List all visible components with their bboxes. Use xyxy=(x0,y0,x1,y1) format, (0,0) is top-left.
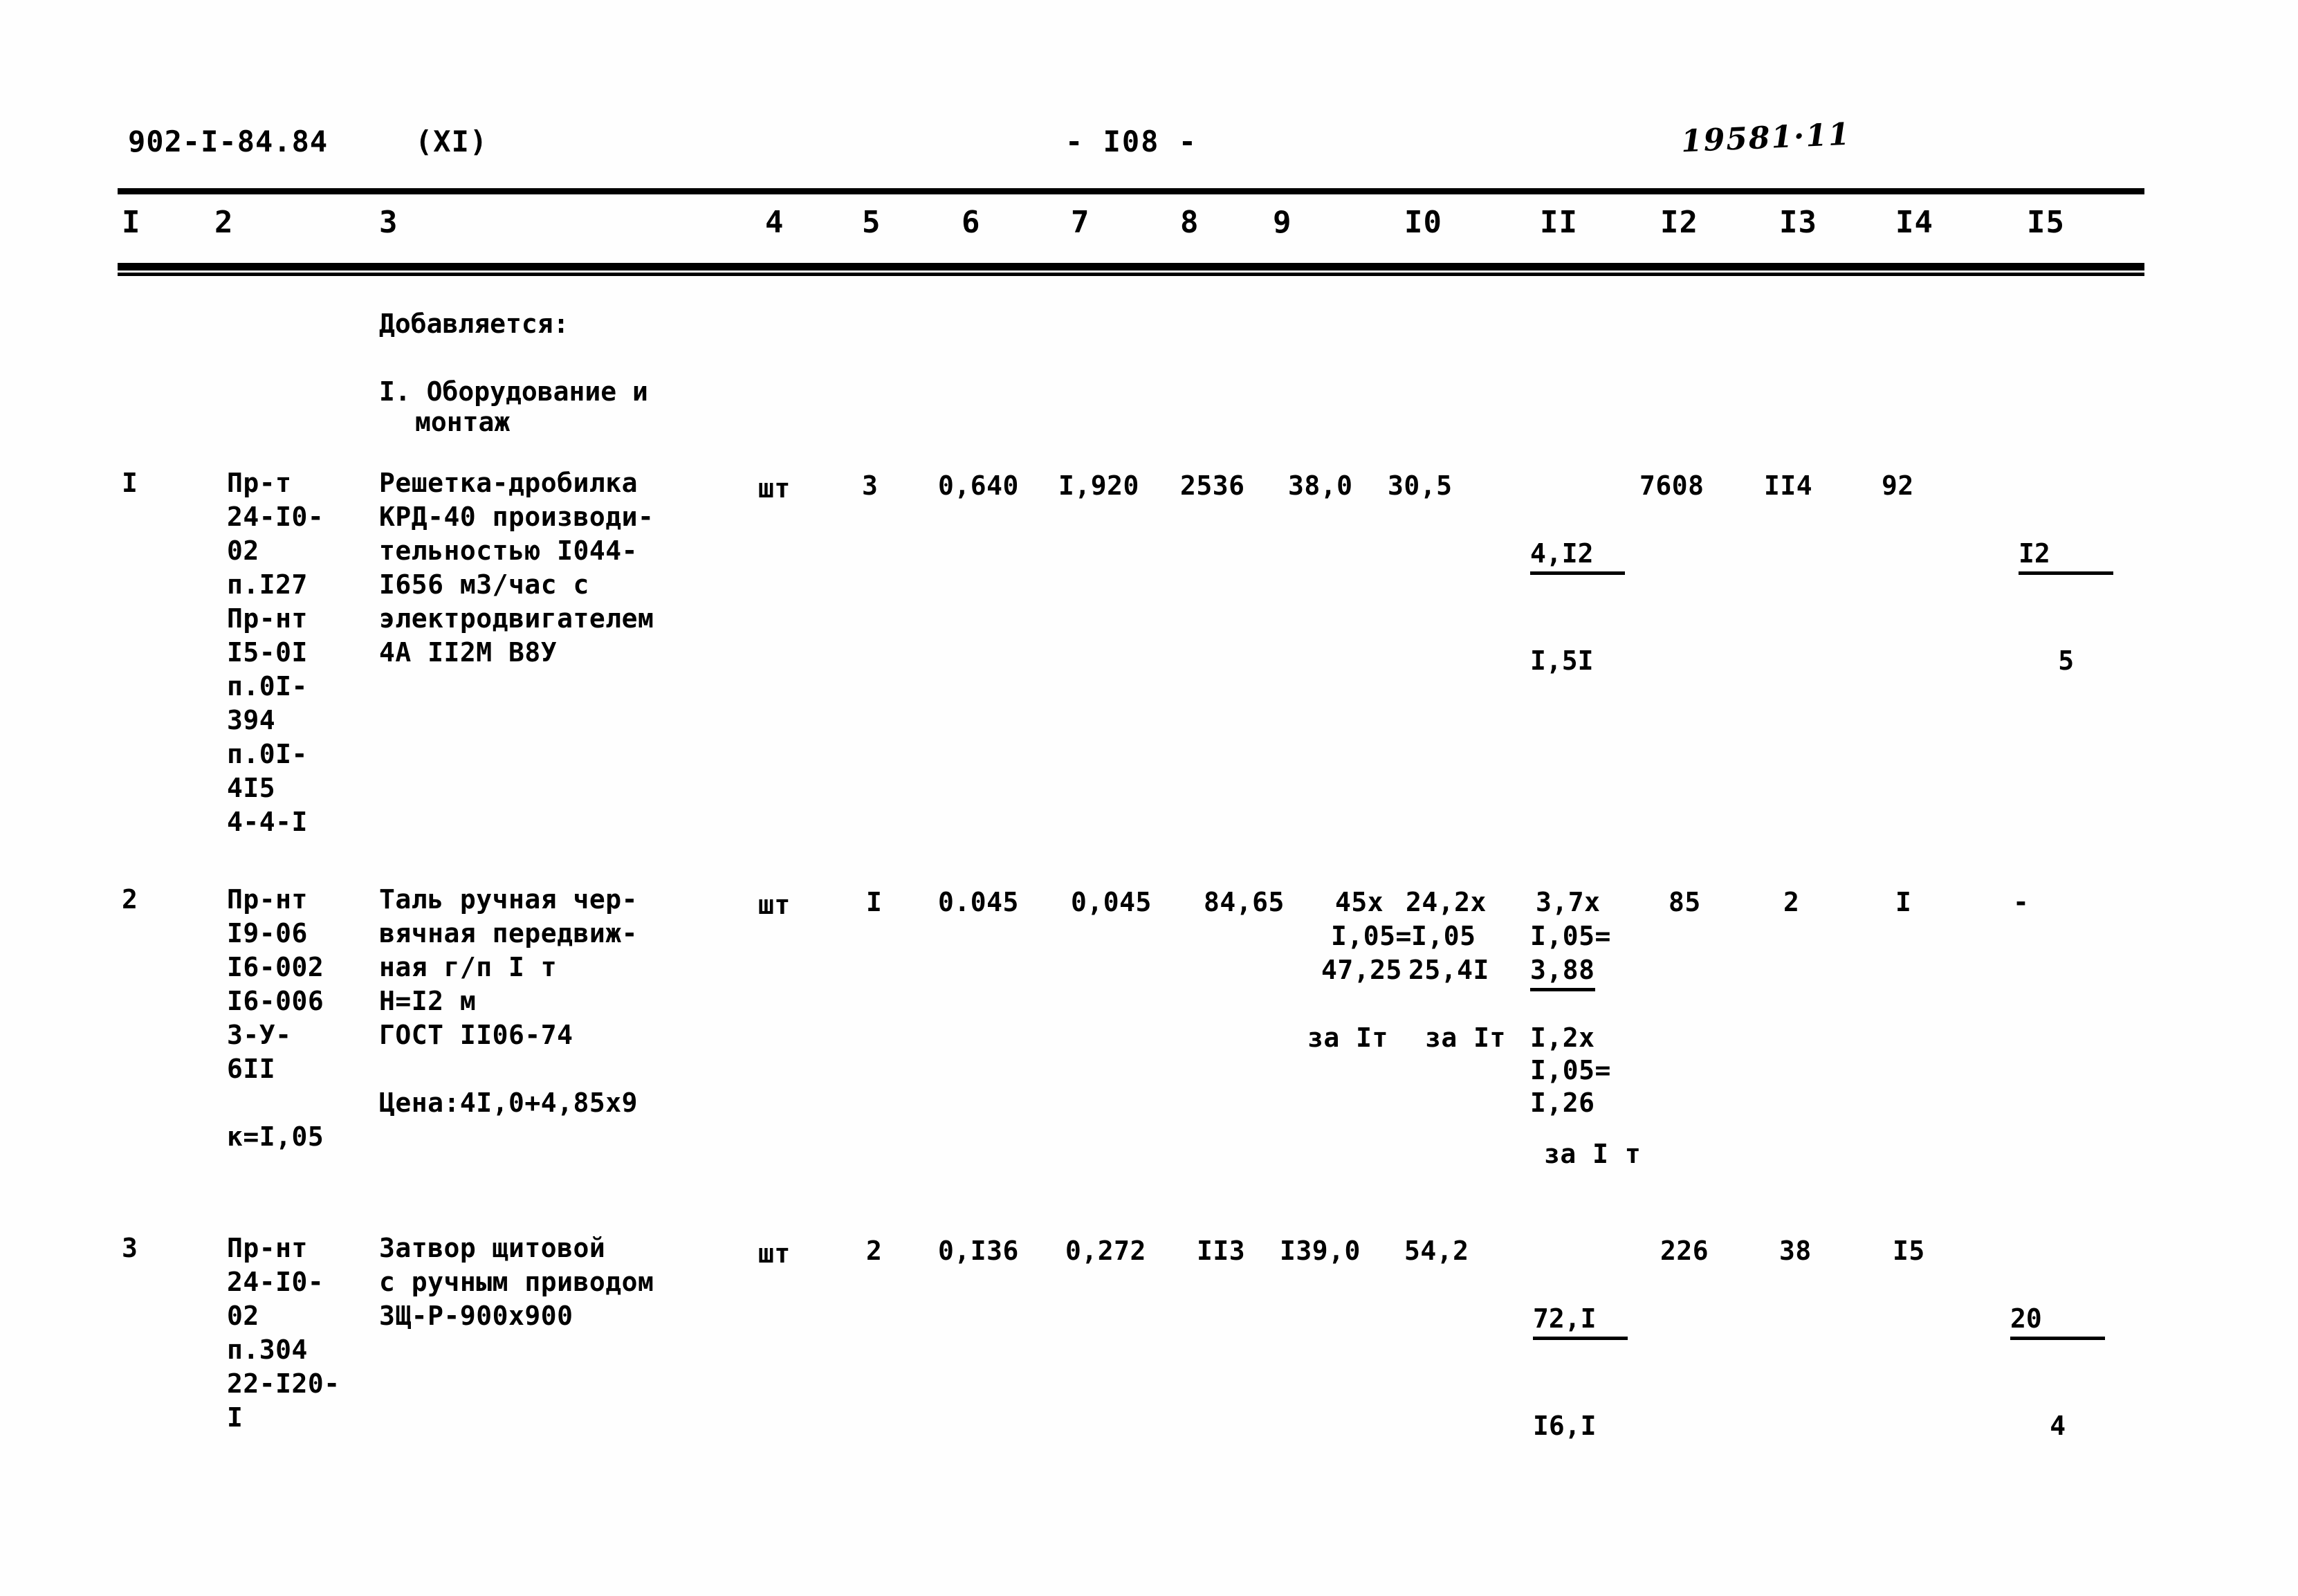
row-col13: 38 xyxy=(1779,1236,1812,1266)
row-col9-line2: I,05= xyxy=(1331,921,1412,951)
column-header-10: I0 xyxy=(1404,205,1442,240)
row-col6: 0.045 xyxy=(938,887,1019,917)
row-col7: I,920 xyxy=(1058,470,1139,501)
row-description: Таль ручная чер- вячная передвиж- ная г/… xyxy=(379,884,638,1118)
row-col15-numerator: 20 xyxy=(2010,1302,2106,1340)
row-col6: 0,I36 xyxy=(938,1236,1019,1266)
row-col8: 84,65 xyxy=(1204,887,1285,917)
column-header-5: 5 xyxy=(862,205,881,240)
row-col9: I39,0 xyxy=(1280,1236,1361,1266)
row-col14: 92 xyxy=(1882,470,1914,501)
row-col15-denominator: 5 xyxy=(2058,645,2075,676)
row-col15-denominator: 4 xyxy=(2050,1411,2066,1441)
document-part: (XI) xyxy=(415,125,488,158)
row-col11-fraction: 72,I I6,I xyxy=(1533,1234,1628,1511)
row-col11-line5: I,05= xyxy=(1530,1055,1611,1085)
row-col15-fraction: I2 5 xyxy=(2019,469,2114,746)
column-header-6: 6 xyxy=(962,205,981,240)
row-col12: 226 xyxy=(1660,1236,1709,1266)
row-col10: 54,2 xyxy=(1404,1236,1469,1266)
row-code: Пр-нт 24-I0- 02 п.304 22-I20- I xyxy=(227,1233,340,1433)
row-col13: 2 xyxy=(1783,887,1800,917)
row-col8: 2536 xyxy=(1180,470,1245,501)
row-col15: - xyxy=(2013,887,2030,917)
table-row: 3 xyxy=(122,1233,138,1263)
row-quantity: 2 xyxy=(866,1236,883,1266)
row-col14: I xyxy=(1895,887,1912,917)
row-col11-numerator: 4,I2 xyxy=(1530,537,1626,575)
table-row: 2 xyxy=(122,884,138,915)
row-col11-line6: I,26 xyxy=(1530,1088,1595,1118)
row-col11-line2: I,05= xyxy=(1530,921,1611,951)
row-col10-line1: 24,2х xyxy=(1406,887,1487,917)
row-col13: II4 xyxy=(1764,470,1813,501)
section-title-line2: монтаж xyxy=(415,407,511,437)
column-header-9: 9 xyxy=(1273,205,1292,240)
row-col11-fraction: 4,I2 I,5I xyxy=(1530,469,1626,746)
row-col9: 38,0 xyxy=(1288,470,1353,501)
row-col9-line4: за Iт xyxy=(1307,1022,1388,1053)
page-number: - I08 - xyxy=(1065,125,1198,158)
row-col11-line1: 3,7х xyxy=(1536,887,1601,917)
row-quantity: 3 xyxy=(862,470,879,501)
column-header-11: II xyxy=(1540,205,1578,240)
column-header-4: 4 xyxy=(765,205,784,240)
document-code: 902-I-84.84 xyxy=(128,125,329,158)
column-header-3: 3 xyxy=(379,205,398,240)
row-col11-denominator: I6,I xyxy=(1533,1411,1597,1441)
row-unit: шт xyxy=(758,890,791,920)
column-header-15: I5 xyxy=(2027,205,2065,240)
row-col9-line3: 47,25 xyxy=(1321,955,1402,985)
table-header-rule-lower xyxy=(118,273,2144,276)
row-unit: шт xyxy=(758,1238,791,1269)
page-header: 902-I-84.84 (XI) - I08 - 19581·11 xyxy=(0,117,2298,173)
row-code: Пр-нт I9-06 I6-002 I6-006 3-У- 6II к=I,0… xyxy=(227,884,324,1152)
table-row: I xyxy=(122,468,138,498)
row-col11-line7: за I т xyxy=(1544,1139,1642,1169)
row-col15-numerator: I2 xyxy=(2019,537,2114,575)
document-page: 902-I-84.84 (XI) - I08 - 19581·11 I 2 3 … xyxy=(0,0,2298,1596)
table-header-rule-upper xyxy=(118,263,2144,270)
column-number-header: I 2 3 4 5 6 7 8 9 I0 II I2 I3 I4 I5 xyxy=(0,205,2298,246)
row-col7: 0,045 xyxy=(1071,887,1152,917)
row-col10-line2: I,05 xyxy=(1411,921,1476,951)
row-col6: 0,640 xyxy=(938,470,1019,501)
column-header-12: I2 xyxy=(1660,205,1698,240)
row-description: Решетка-дробилка КРД-40 производи- тельн… xyxy=(379,468,654,668)
row-col15-fraction: 20 4 xyxy=(2010,1234,2106,1511)
row-description: Затвор щитовой с ручным приводом ЗЩ-Р-90… xyxy=(379,1233,654,1331)
table-top-rule xyxy=(118,188,2144,194)
added-label: Добавляется: xyxy=(379,309,569,339)
column-header-7: 7 xyxy=(1071,205,1090,240)
row-quantity: I xyxy=(866,887,883,917)
handwritten-stamp-number: 19581·11 xyxy=(1680,116,1852,160)
column-header-8: 8 xyxy=(1180,205,1199,240)
row-col7: 0,272 xyxy=(1065,1236,1146,1266)
row-unit: шт xyxy=(758,473,791,504)
row-col11-numerator: 72,I xyxy=(1533,1302,1628,1340)
row-col10-line3: 25,4I xyxy=(1408,955,1489,985)
column-header-14: I4 xyxy=(1895,205,1933,240)
row-col14: I5 xyxy=(1893,1236,1925,1266)
row-col10: 30,5 xyxy=(1388,470,1453,501)
column-header-13: I3 xyxy=(1779,205,1817,240)
row-col11-line3: 3,88 xyxy=(1530,953,1595,991)
row-col12: 7608 xyxy=(1639,470,1704,501)
section-title-line1: I. Оборудование и xyxy=(379,376,648,407)
column-header-2: 2 xyxy=(214,205,234,240)
row-col12: 85 xyxy=(1669,887,1701,917)
row-col9-line1: 45х xyxy=(1335,887,1384,917)
row-col8: II3 xyxy=(1197,1236,1246,1266)
row-col11-line4: I,2х xyxy=(1530,1022,1595,1053)
column-header-1: I xyxy=(122,205,141,240)
row-col10-line4: за Iт xyxy=(1425,1022,1506,1053)
row-code: Пр-т 24-I0- 02 п.I27 Пр-нт I5-0I п.0I- 3… xyxy=(227,468,324,837)
row-col11-denominator: I,5I xyxy=(1530,645,1594,676)
